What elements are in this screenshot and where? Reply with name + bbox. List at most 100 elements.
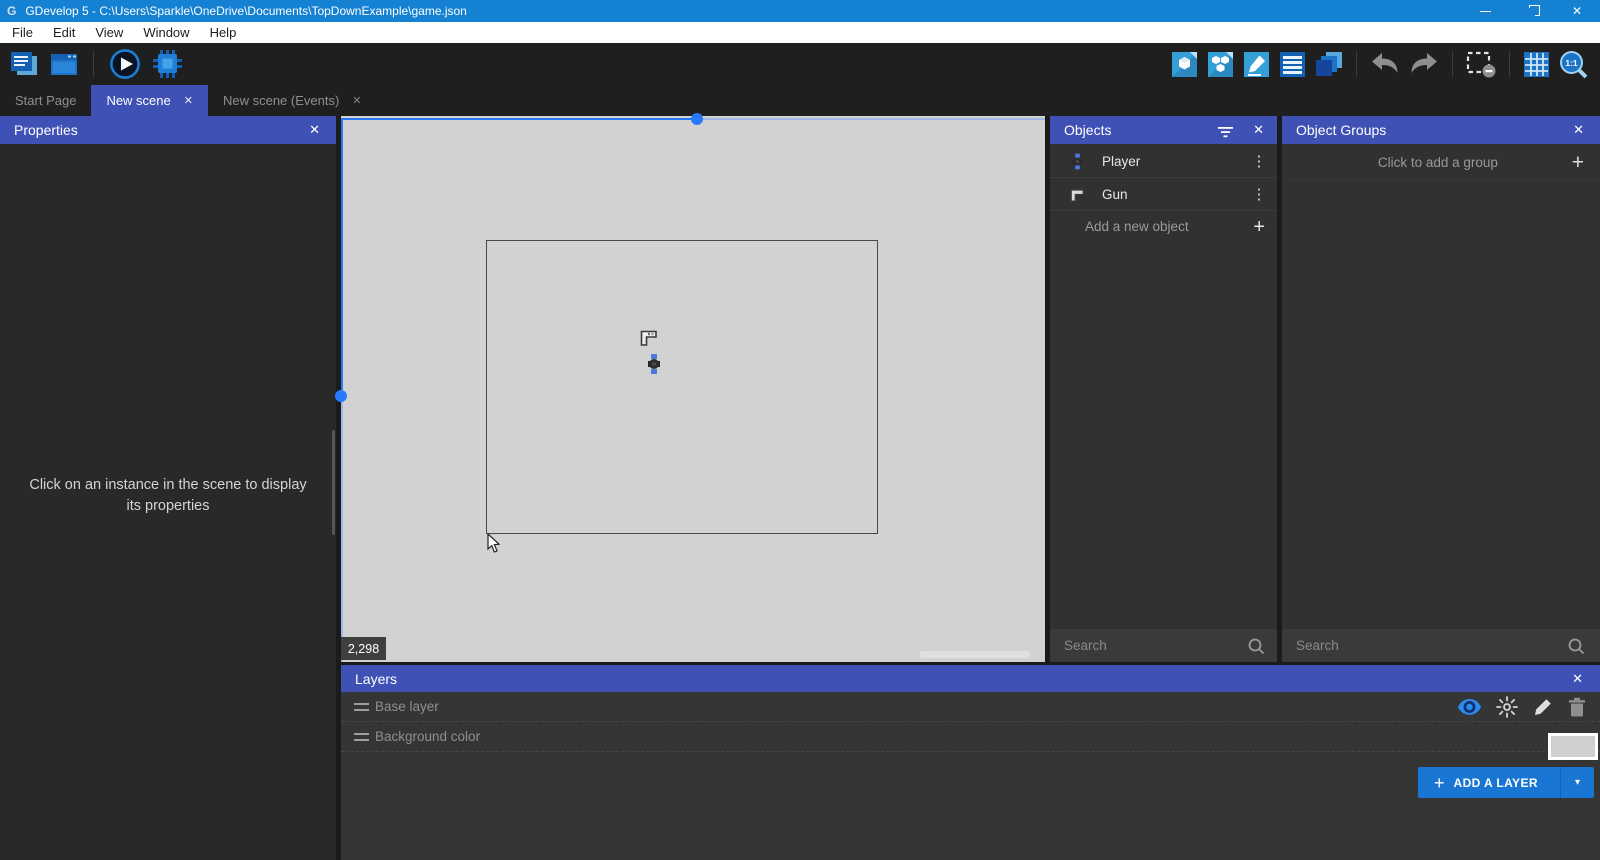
object-menu-icon[interactable]: ⋮ <box>1251 152 1267 170</box>
start-page-window-icon[interactable] <box>50 52 78 76</box>
tab-close-icon[interactable]: ✕ <box>352 94 361 107</box>
toolbar-separator <box>1509 51 1510 77</box>
scene-canvas[interactable]: 2,298 <box>335 113 1045 662</box>
properties-close-icon[interactable]: ✕ <box>309 116 320 144</box>
zoom-1-1-icon[interactable]: 1:1 <box>1559 50 1588 79</box>
tabbar: Start Page New scene ✕ New scene (Events… <box>0 85 1600 116</box>
instances-list-icon[interactable] <box>1279 51 1306 78</box>
objects-search-input[interactable] <box>1050 638 1247 653</box>
add-layer-dropdown-caret-icon[interactable]: ▾ <box>1560 767 1594 798</box>
drag-handle-icon[interactable] <box>354 732 369 741</box>
properties-scrollbar[interactable] <box>332 430 335 535</box>
object-name: Gun <box>1102 186 1128 202</box>
menu-view[interactable]: View <box>85 22 133 43</box>
layer-row-base[interactable]: Base layer <box>341 692 1600 722</box>
objects-search-bar <box>1050 629 1277 662</box>
close-button[interactable]: ✕ <box>1554 0 1600 22</box>
toolbar-separator <box>93 51 94 77</box>
tab-start-page[interactable]: Start Page <box>0 85 91 116</box>
gdevelop-logo-icon: G <box>7 4 17 18</box>
player-instance[interactable] <box>647 354 661 379</box>
window-border-top <box>341 118 691 120</box>
object-groups-panel: Object Groups ✕ Click to add a group + <box>1282 116 1600 662</box>
object-groups-editor-icon[interactable] <box>1207 51 1234 78</box>
add-group-label: Click to add a group <box>1377 155 1498 170</box>
add-group-row[interactable]: Click to add a group + <box>1282 145 1600 181</box>
gdevelop-window: G GDevelop 5 - C:\Users\Sparkle\OneDrive… <box>0 0 1600 860</box>
properties-header: Properties ✕ <box>0 116 336 144</box>
layer-edit-pencil-icon[interactable] <box>1533 697 1553 717</box>
tab-new-scene[interactable]: New scene ✕ <box>91 85 208 116</box>
resize-handle-left[interactable] <box>335 390 347 402</box>
restore-button[interactable] <box>1508 0 1554 22</box>
layer-effects-icon[interactable] <box>1496 695 1518 718</box>
object-groups-header: Object Groups ✕ <box>1282 116 1600 144</box>
layers-title: Layers <box>355 670 398 687</box>
toolbar-separator <box>1452 51 1453 77</box>
menu-window[interactable]: Window <box>133 22 199 43</box>
undo-icon[interactable] <box>1370 53 1400 75</box>
grid-icon[interactable] <box>1523 51 1550 78</box>
plus-icon: + <box>1571 151 1584 174</box>
background-color-swatch[interactable] <box>1548 733 1598 760</box>
plus-icon: + <box>1253 215 1265 238</box>
minimize-button[interactable] <box>1462 0 1508 22</box>
add-object-row[interactable]: Add a new object + <box>1050 211 1277 242</box>
tab-new-scene-events[interactable]: New scene (Events) ✕ <box>208 85 377 116</box>
titlebar: G GDevelop 5 - C:\Users\Sparkle\OneDrive… <box>0 0 1600 22</box>
layers-close-icon[interactable]: ✕ <box>1572 665 1583 692</box>
layers-editor-icon[interactable] <box>1315 51 1343 78</box>
groups-search-input[interactable] <box>1282 638 1567 653</box>
player-thumbnail-icon <box>1058 153 1096 170</box>
add-layer-button[interactable]: + ADD A LAYER ▾ <box>1418 767 1594 798</box>
deselect-instances-icon[interactable] <box>1466 50 1496 78</box>
cursor-coordinates-badge: 2,298 <box>341 637 386 660</box>
layer-visibility-eye-icon[interactable] <box>1458 698 1481 715</box>
objects-editor-icon[interactable] <box>1171 51 1198 78</box>
drag-handle-icon[interactable] <box>354 702 369 711</box>
object-row-player[interactable]: Player ⋮ <box>1050 145 1277 178</box>
object-groups-title: Object Groups <box>1296 122 1387 138</box>
filter-icon[interactable] <box>1218 125 1233 141</box>
tab-close-icon[interactable]: ✕ <box>184 94 193 107</box>
toolbar: 1:1 <box>0 43 1600 85</box>
object-menu-icon[interactable]: ⋮ <box>1251 185 1267 203</box>
menu-file[interactable]: File <box>2 22 43 43</box>
search-icon <box>1247 637 1265 655</box>
resize-handle-top[interactable] <box>691 113 703 125</box>
gun-instance[interactable] <box>640 328 657 351</box>
layer-row-background-color[interactable]: Background color <box>341 722 1600 752</box>
redo-icon[interactable] <box>1409 53 1439 75</box>
mouse-cursor-icon <box>487 532 501 559</box>
tab-label: New scene <box>106 93 171 108</box>
debugger-icon[interactable] <box>152 50 182 78</box>
menu-help[interactable]: Help <box>200 22 247 43</box>
menubar: File Edit View Window Help <box>0 22 1600 43</box>
window-title: GDevelop 5 - C:\Users\Sparkle\OneDrive\D… <box>25 4 467 18</box>
object-name: Player <box>1102 153 1141 169</box>
properties-title: Properties <box>14 122 78 138</box>
objects-header: Objects ✕ <box>1050 116 1277 144</box>
add-object-label: Add a new object <box>1085 219 1189 234</box>
properties-editor-icon[interactable] <box>1243 51 1270 78</box>
add-layer-label: ADD A LAYER <box>1453 775 1538 790</box>
project-manager-icon[interactable] <box>9 51 39 77</box>
menu-edit[interactable]: Edit <box>43 22 85 43</box>
plus-icon: + <box>1434 772 1445 793</box>
canvas-horizontal-scrollbar[interactable] <box>920 651 1030 658</box>
tab-label: Start Page <box>15 93 77 108</box>
svg-text:1:1: 1:1 <box>1565 57 1578 67</box>
selection-rectangle <box>486 240 878 534</box>
properties-empty-text: Click on an instance in the scene to dis… <box>29 477 307 514</box>
tab-label: New scene (Events) <box>222 93 340 108</box>
layer-delete-trash-icon[interactable] <box>1568 697 1586 717</box>
objects-close-icon[interactable]: ✕ <box>1253 116 1264 144</box>
minimize-icon <box>1479 10 1491 12</box>
layers-header: Layers ✕ <box>341 665 1600 692</box>
layers-panel: Layers ✕ Base layer Background color + A… <box>341 665 1600 860</box>
preview-play-icon[interactable] <box>109 48 141 80</box>
objects-panel: Objects ✕ Player ⋮ Gun ⋮ Add a new objec… <box>1050 116 1277 662</box>
layer-name: Background color <box>375 729 481 744</box>
object-groups-close-icon[interactable]: ✕ <box>1573 116 1584 144</box>
object-row-gun[interactable]: Gun ⋮ <box>1050 178 1277 211</box>
